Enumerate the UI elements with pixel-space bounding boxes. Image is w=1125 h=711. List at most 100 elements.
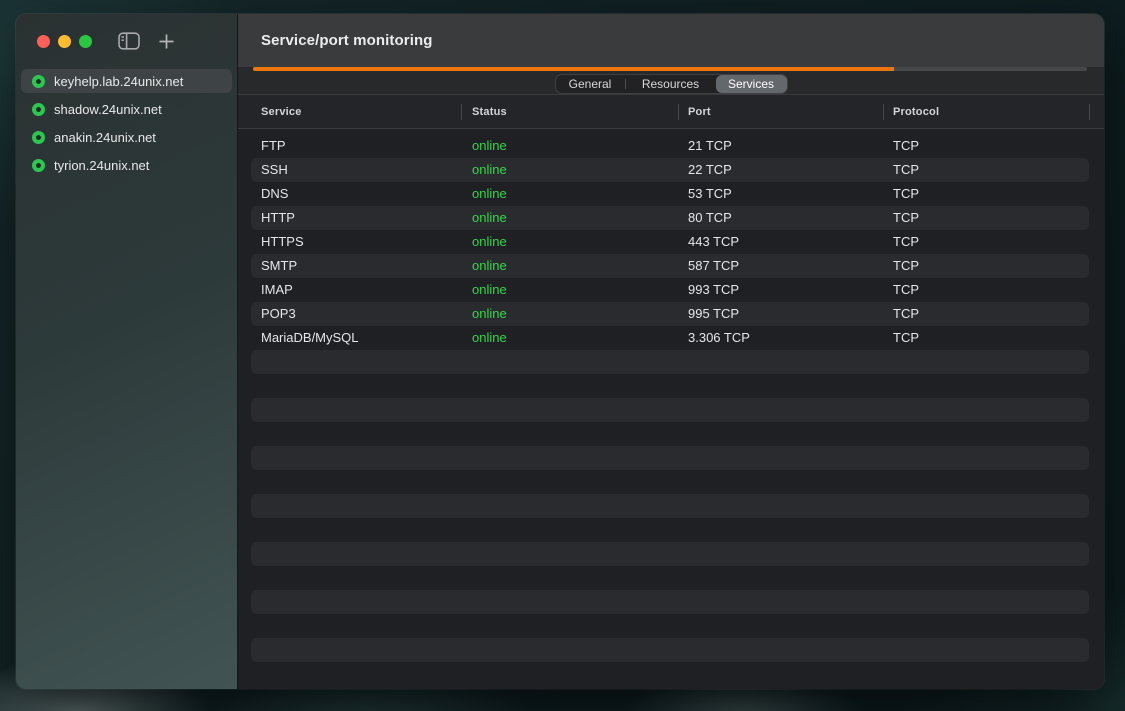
server-online-icon	[32, 159, 45, 172]
column-divider[interactable]	[1089, 104, 1090, 120]
server-name: tyrion.24unix.net	[54, 158, 149, 173]
zoom-button[interactable]	[79, 35, 92, 48]
table-row-empty[interactable]	[251, 350, 1089, 374]
table-row-ssh[interactable]: SSH online 22 TCP TCP	[251, 158, 1089, 182]
cell-service: DNS	[261, 182, 288, 206]
table-row-https[interactable]: HTTPS online 443 TCP TCP	[251, 230, 1089, 254]
cell-protocol: TCP	[893, 158, 919, 182]
tab-resources[interactable]: Resources	[626, 75, 716, 93]
tab-strip: General Resources Services	[238, 71, 1104, 95]
app-window: keyhelp.lab.24unix.net shadow.24unix.net…	[16, 14, 1104, 689]
status-badge: online	[472, 134, 507, 158]
status-badge: online	[472, 230, 507, 254]
cell-protocol: TCP	[893, 326, 919, 350]
table-row-empty[interactable]	[251, 374, 1089, 398]
column-divider[interactable]	[678, 104, 679, 120]
column-header-protocol[interactable]: Protocol	[893, 95, 939, 128]
main-panel: Service/port monitoring General Resource…	[238, 14, 1104, 689]
cell-service: HTTP	[261, 206, 295, 230]
status-badge: online	[472, 158, 507, 182]
cell-port: 3.306 TCP	[688, 326, 750, 350]
tab-control: General Resources Services	[555, 74, 788, 94]
table-row-http[interactable]: HTTP online 80 TCP TCP	[251, 206, 1089, 230]
toggle-sidebar-icon[interactable]	[118, 32, 140, 50]
cell-port: 21 TCP	[688, 134, 732, 158]
cell-service: MariaDB/MySQL	[261, 326, 359, 350]
server-online-icon	[32, 131, 45, 144]
cell-protocol: TCP	[893, 278, 919, 302]
close-button[interactable]	[37, 35, 50, 48]
server-name: shadow.24unix.net	[54, 102, 162, 117]
status-badge: online	[472, 206, 507, 230]
tab-general[interactable]: General	[556, 75, 625, 93]
sidebar-toolbar	[16, 14, 237, 68]
server-online-icon	[32, 103, 45, 116]
service-table-body: FTP online 21 TCP TCP SSH online 22 TCP …	[238, 129, 1104, 689]
cell-protocol: TCP	[893, 182, 919, 206]
panel-titlebar: Service/port monitoring	[238, 14, 1104, 67]
sidebar-item-keyhelp[interactable]: keyhelp.lab.24unix.net	[21, 69, 232, 93]
desktop-wallpaper: keyhelp.lab.24unix.net shadow.24unix.net…	[0, 0, 1125, 711]
column-divider[interactable]	[461, 104, 462, 120]
column-divider[interactable]	[883, 104, 884, 120]
cell-port: 80 TCP	[688, 206, 732, 230]
cell-protocol: TCP	[893, 254, 919, 278]
table-row-imap[interactable]: IMAP online 993 TCP TCP	[251, 278, 1089, 302]
status-badge: online	[472, 302, 507, 326]
column-header-service[interactable]: Service	[261, 95, 302, 128]
status-badge: online	[472, 254, 507, 278]
cell-service: HTTPS	[261, 230, 304, 254]
cell-service: SMTP	[261, 254, 297, 278]
sidebar-item-tyrion[interactable]: tyrion.24unix.net	[21, 153, 232, 177]
table-row-empty[interactable]	[251, 470, 1089, 494]
server-name: anakin.24unix.net	[54, 130, 156, 145]
cell-protocol: TCP	[893, 230, 919, 254]
table-row-empty[interactable]	[251, 518, 1089, 542]
table-row-empty[interactable]	[251, 542, 1089, 566]
sidebar: keyhelp.lab.24unix.net shadow.24unix.net…	[16, 14, 238, 689]
cell-port: 22 TCP	[688, 158, 732, 182]
server-online-icon	[32, 75, 45, 88]
table-row-empty[interactable]	[251, 614, 1089, 638]
table-row-dns[interactable]: DNS online 53 TCP TCP	[251, 182, 1089, 206]
cell-port: 993 TCP	[688, 278, 739, 302]
server-list: keyhelp.lab.24unix.net shadow.24unix.net…	[16, 69, 237, 177]
sidebar-item-anakin[interactable]: anakin.24unix.net	[21, 125, 232, 149]
cell-service: POP3	[261, 302, 296, 326]
cell-protocol: TCP	[893, 134, 919, 158]
column-header-status[interactable]: Status	[472, 95, 507, 128]
table-row-empty[interactable]	[251, 590, 1089, 614]
status-badge: online	[472, 182, 507, 206]
table-header: Service Status Port Protocol	[238, 95, 1104, 129]
table-row-empty[interactable]	[251, 566, 1089, 590]
sidebar-item-shadow[interactable]: shadow.24unix.net	[21, 97, 232, 121]
table-row-empty[interactable]	[251, 398, 1089, 422]
cell-service: IMAP	[261, 278, 293, 302]
cell-port: 587 TCP	[688, 254, 739, 278]
column-header-port[interactable]: Port	[688, 95, 711, 128]
tab-services[interactable]: Services	[716, 75, 787, 93]
empty-rows	[238, 350, 1104, 686]
server-name: keyhelp.lab.24unix.net	[54, 74, 183, 89]
cell-service: FTP	[261, 134, 286, 158]
cell-port: 53 TCP	[688, 182, 732, 206]
table-row-empty[interactable]	[251, 446, 1089, 470]
cell-port: 995 TCP	[688, 302, 739, 326]
table-row-empty[interactable]	[251, 638, 1089, 662]
table-row-empty[interactable]	[251, 494, 1089, 518]
cell-port: 443 TCP	[688, 230, 739, 254]
add-server-icon[interactable]	[158, 33, 175, 50]
status-badge: online	[472, 326, 507, 350]
page-title: Service/port monitoring	[261, 32, 433, 49]
cell-service: SSH	[261, 158, 288, 182]
cell-protocol: TCP	[893, 206, 919, 230]
cell-protocol: TCP	[893, 302, 919, 326]
status-badge: online	[472, 278, 507, 302]
table-row-pop3[interactable]: POP3 online 995 TCP TCP	[251, 302, 1089, 326]
table-row-empty[interactable]	[251, 422, 1089, 446]
table-row-mariadb[interactable]: MariaDB/MySQL online 3.306 TCP TCP	[251, 326, 1089, 350]
table-row-smtp[interactable]: SMTP online 587 TCP TCP	[251, 254, 1089, 278]
table-row-ftp[interactable]: FTP online 21 TCP TCP	[251, 134, 1089, 158]
minimize-button[interactable]	[58, 35, 71, 48]
table-row-empty[interactable]	[251, 662, 1089, 686]
